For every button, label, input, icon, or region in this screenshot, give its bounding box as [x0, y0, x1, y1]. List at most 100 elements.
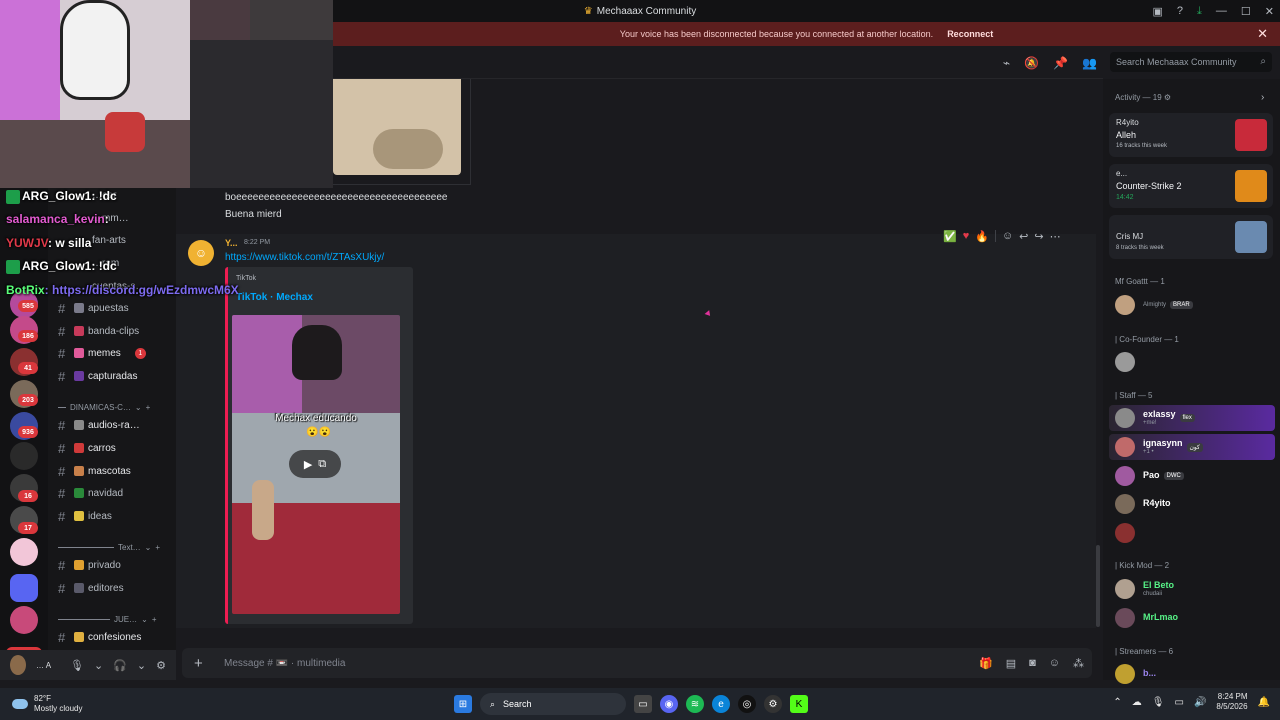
message-composer[interactable]: + Message # 📼 · multimedia 🎁 ▤ ◙ ☺ ⁂	[182, 648, 1092, 678]
settings-gear-icon[interactable]: ⚙	[156, 659, 166, 672]
download-icon[interactable]: ⤓	[1197, 5, 1202, 18]
server-icon[interactable]	[10, 538, 38, 566]
member-item[interactable]: R4yito	[1109, 491, 1275, 517]
channel-mascotas[interactable]: # mascotas	[58, 462, 131, 480]
obs-icon[interactable]: ◎	[738, 695, 756, 713]
banner-close-icon[interactable]: ✕	[1257, 26, 1268, 42]
apps-icon[interactable]: ⁂	[1073, 657, 1084, 670]
gift-icon[interactable]: 🎁	[979, 657, 993, 670]
network-icon[interactable]: ☁	[1132, 697, 1142, 708]
clock[interactable]: 8:24 PM 8/5/2026	[1216, 692, 1247, 713]
channel-editores[interactable]: # editores	[58, 579, 124, 597]
spotify-icon[interactable]: ≋	[686, 695, 704, 713]
member-list-icon[interactable]: 👥	[1082, 56, 1097, 70]
activity-card[interactable]: e... Counter-Strike 2 14:42	[1109, 164, 1273, 208]
more-options-icon[interactable]: ⋯	[1050, 230, 1061, 243]
taskbar-search[interactable]: ⌕ Search	[480, 693, 626, 715]
activity-card[interactable]: R4yito Alleh 16 tracks this week	[1109, 113, 1273, 157]
member-item[interactable]: Almighty BRAR	[1109, 292, 1275, 318]
add-attachment-icon[interactable]: +	[194, 655, 224, 672]
chevron-down-icon[interactable]: ⌄	[137, 659, 146, 672]
threads-icon[interactable]: ⌁	[1003, 56, 1010, 70]
sticker-icon[interactable]: ◙	[1029, 657, 1036, 670]
folder-icon[interactable]	[10, 574, 38, 602]
chevron-up-icon[interactable]: ⌃	[1113, 697, 1121, 708]
reply-icon[interactable]: ↩	[1019, 230, 1028, 243]
gear-icon[interactable]: ⚙	[1164, 93, 1171, 102]
check-reaction-icon[interactable]: ✅	[943, 230, 957, 243]
activity-card[interactable]: Cris MJ 8 tracks this week	[1109, 215, 1273, 259]
microphone-icon[interactable]: 🎙	[70, 659, 84, 672]
hash-icon: #	[58, 300, 66, 316]
microphone-icon[interactable]: 🎙	[1152, 697, 1165, 708]
channel-confesiones[interactable]: # confesiones	[58, 628, 141, 646]
member-item[interactable]: MrLmao	[1109, 605, 1275, 631]
server-icon[interactable]	[10, 442, 38, 470]
chevron-down-icon[interactable]: ⌄	[94, 659, 103, 672]
member-item[interactable]	[1109, 520, 1275, 546]
chevron-right-icon[interactable]: ›	[1261, 92, 1264, 103]
display-icon[interactable]: ▭	[1175, 697, 1184, 708]
add-channel-icon[interactable]: +	[152, 615, 157, 624]
channel-item[interactable]: fan-arts	[92, 231, 126, 249]
headphones-icon[interactable]: 🎧	[113, 659, 127, 672]
member-item[interactable]: b...	[1109, 661, 1275, 687]
category-jue[interactable]: JUE… ⌄ +	[58, 612, 157, 626]
discord-icon[interactable]: ◉	[660, 695, 678, 713]
pin-icon[interactable]: 📌	[1053, 56, 1068, 70]
gif-icon[interactable]: ▤	[1006, 657, 1016, 670]
forward-icon[interactable]: ↪	[1034, 230, 1043, 243]
message-author[interactable]: Y...	[225, 238, 238, 248]
channel-carros[interactable]: # carros	[58, 439, 116, 457]
notifications-muted-icon[interactable]: 🔕	[1024, 56, 1039, 70]
embed-title[interactable]: TikTok · Mechax	[236, 292, 313, 303]
volume-icon[interactable]: 🔊	[1194, 697, 1206, 708]
channel-capturadas[interactable]: # capturadas	[58, 367, 137, 385]
weather-widget[interactable]: 82°F Mostly cloudy	[12, 694, 82, 713]
category-dinamicas[interactable]: DINAMICAS-C… ⌄ +	[58, 400, 150, 414]
add-channel-icon[interactable]: +	[146, 403, 151, 412]
help-icon[interactable]: ?	[1177, 5, 1183, 17]
channel-navidad[interactable]: # navidad	[58, 484, 123, 502]
avatar	[1115, 664, 1135, 684]
search-input[interactable]: Search Mechaaax Community ⌕	[1110, 52, 1272, 72]
edge-icon[interactable]: e	[712, 695, 730, 713]
notification-icon[interactable]: 🔔	[1258, 697, 1270, 708]
add-reaction-icon[interactable]: ☺	[1002, 230, 1013, 242]
category-text[interactable]: Text… ⌄ +	[58, 540, 160, 554]
close-window-button[interactable]: ✕	[1265, 5, 1274, 18]
kick-icon[interactable]: K	[790, 695, 808, 713]
minimize-button[interactable]: —	[1216, 5, 1227, 17]
start-icon[interactable]: ⊞	[454, 695, 472, 713]
channel-memes[interactable]: # memes 1	[58, 344, 146, 362]
hash-icon: #	[58, 463, 66, 479]
task-view-icon[interactable]: ▭	[634, 695, 652, 713]
member-item[interactable]: ignasynn +1 • كون	[1109, 434, 1275, 460]
inbox-icon[interactable]: ▣	[1153, 5, 1163, 18]
fire-reaction-icon[interactable]: 🔥	[975, 230, 989, 243]
play-button[interactable]: ▶ ⧉	[289, 450, 341, 478]
server-icon[interactable]	[10, 606, 38, 634]
message-input[interactable]: Message # 📼 · multimedia	[224, 658, 345, 669]
member-item[interactable]	[1109, 349, 1275, 375]
channel-ideas[interactable]: # ideas	[58, 507, 112, 525]
message-link[interactable]: https://www.tiktok.com/t/ZTAsXUkjy/	[225, 252, 384, 263]
channel-banda-clips[interactable]: # banda-clips	[58, 322, 139, 340]
discord-avatar-icon[interactable]: ☺	[188, 240, 214, 266]
channel-apuestas[interactable]: # apuestas	[58, 299, 129, 317]
member-item[interactable]: El Beto chudaii	[1109, 576, 1275, 602]
emoji-icon[interactable]: ☺	[1049, 657, 1060, 670]
member-item[interactable]: Pao DWC	[1109, 463, 1275, 489]
embed-video[interactable]: Mechax educando 😮😮 ▶ ⧉	[232, 315, 400, 614]
member-item[interactable]: exlassy +me! flex	[1109, 405, 1275, 431]
app-icon[interactable]: ⚙	[764, 695, 782, 713]
channel-audios[interactable]: # audios-ra…	[58, 416, 140, 434]
heart-reaction-icon[interactable]: ♥	[963, 230, 970, 242]
reconnect-button[interactable]: Reconnect	[947, 29, 993, 39]
scrollbar[interactable]	[1096, 545, 1100, 627]
avatar[interactable]	[10, 655, 26, 675]
add-channel-icon[interactable]: +	[155, 543, 160, 552]
maximize-button[interactable]: ☐	[1241, 5, 1251, 18]
image-attachment[interactable]	[333, 79, 461, 175]
channel-privado[interactable]: # privado	[58, 556, 121, 574]
